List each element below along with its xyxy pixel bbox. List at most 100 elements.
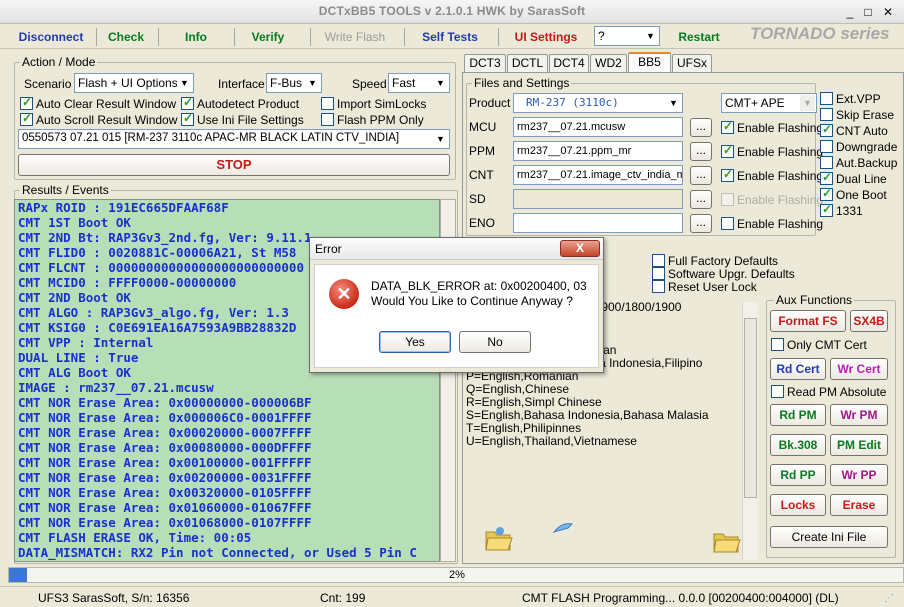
tab-bb5[interactable]: BB5 [628,52,671,73]
minimize-icon[interactable]: _ [842,4,858,20]
tab-dct3[interactable]: DCT3 [464,54,506,72]
ppm-browse-button[interactable]: ... [690,142,712,161]
dual-line-checkbox[interactable] [820,170,833,185]
rd-pm-button[interactable]: Rd PM [770,404,826,426]
mcu-browse-button[interactable]: ... [690,118,712,137]
cnt-file-input[interactable]: rm237__07.21.image_ctv_india_m [513,165,683,185]
scenario-select[interactable]: Flash + UI Options ▼ [74,73,194,93]
progress-fill [9,568,27,582]
maximize-icon[interactable]: □ [860,4,876,20]
erase-button[interactable]: Erase [830,494,888,516]
tab-ufsx[interactable]: UFSx [672,54,712,72]
toolbar-combo-value: ? [598,29,605,43]
rd-cert-button[interactable]: Rd Cert [770,358,826,380]
eno-enable-flashing-label: Enable Flashing [737,217,824,231]
open-folder-icon[interactable] [484,524,514,552]
mode-value: CMT+ APE [725,96,785,110]
cnt-label: CNT [469,168,494,182]
reset-user-lock-label: Reset User Lock [668,280,757,294]
one-boot-checkbox[interactable] [820,186,833,201]
import-simlocks-checkbox[interactable] [321,97,334,110]
disconnect-button[interactable]: Disconnect [10,27,92,47]
flash-ppm-only-label: Flash PPM Only [337,113,424,127]
toolbar-divider [310,28,311,46]
dialog-title: Error [315,242,342,256]
close-icon[interactable]: ✕ [880,4,896,20]
eno-browse-button[interactable]: ... [690,214,712,233]
self-tests-button[interactable]: Self Tests [412,27,488,47]
product-version-select[interactable]: 0550573 07.21 015 [RM-237 3110c APAC-MR … [18,129,450,149]
verify-button[interactable]: Verify [240,27,296,47]
cnt-enable-flashing-checkbox[interactable] [721,167,734,182]
mode-select[interactable]: CMT+ APE ▼ [721,93,817,113]
write-flash-button[interactable]: Write Flash [314,27,396,47]
no-button[interactable]: No [459,331,531,353]
ppm-enable-flashing-checkbox[interactable] [721,143,734,158]
format-fs-button[interactable]: Format FS [770,310,846,332]
flash-ppm-only-checkbox[interactable] [321,113,334,126]
tab-dctl[interactable]: DCTL [507,54,548,72]
check-button[interactable]: Check [98,27,154,47]
tab-wd2[interactable]: WD2 [590,54,627,72]
bk308-button[interactable]: Bk.308 [770,434,826,456]
eno-file-input[interactable] [513,213,683,233]
product-select[interactable]: RM-237 (3110c) ▼ [513,93,683,113]
speed-select[interactable]: Fast ▼ [388,73,450,93]
toolbar-combo[interactable]: ? ▼ [594,26,660,46]
language-scrollbar[interactable] [742,302,758,560]
sd-enable-flashing-checkbox[interactable] [721,193,734,206]
eno-enable-flashing-checkbox[interactable] [721,217,734,230]
pm-edit-button[interactable]: PM Edit [830,434,888,456]
wr-cert-button[interactable]: Wr Cert [830,358,888,380]
language-scroll-thumb[interactable] [744,318,757,498]
mcu-file-input[interactable]: rm237__07.21.mcusw [513,117,683,137]
use-ini-checkbox[interactable] [181,111,194,126]
yes-button[interactable]: Yes [379,331,451,353]
downgrade-label: Downgrade [836,140,898,154]
dialog-body: ✕ DATA_BLK_ERROR at: 0x00200400, 03 Woul… [314,264,599,368]
mcu-enable-flashing-checkbox[interactable] [721,119,734,134]
skip-erase-checkbox[interactable] [820,108,833,121]
log-line: CMT 1ST Boot OK [18,215,131,230]
restart-button[interactable]: Restart [670,27,728,47]
aut-backup-checkbox[interactable] [820,156,833,169]
downgrade-checkbox[interactable] [820,140,833,153]
ui-settings-button[interactable]: UI Settings [506,27,586,47]
sd-label: SD [469,192,486,206]
auto-scroll-checkbox[interactable] [20,111,33,126]
tab-dct4[interactable]: DCT4 [549,54,589,72]
wr-pp-button[interactable]: Wr PP [830,464,888,486]
log-line: CMT NOR Erase Area: 0x00000000-000006BF [18,395,312,410]
wr-pm-button[interactable]: Wr PM [830,404,888,426]
language-item[interactable]: U=English,Thailand,Vietnamese [466,435,742,448]
1331-checkbox[interactable] [820,202,833,217]
create-ini-file-button[interactable]: Create Ini File [770,526,888,548]
info-button[interactable]: Info [168,27,224,47]
speed-label: Speed [352,77,387,91]
dialog-close-button[interactable]: X [560,240,600,257]
resize-grip-icon[interactable]: ⋰ [884,593,898,605]
rd-pp-button[interactable]: Rd PP [770,464,826,486]
only-cmt-cert-checkbox[interactable] [771,338,784,351]
autodetect-product-checkbox[interactable] [181,95,194,110]
software-upgr-defaults-label: Software Upgr. Defaults [668,267,795,281]
reset-user-lock-checkbox[interactable] [652,280,665,293]
sd-file-input[interactable] [513,189,683,209]
log-line: DATA_MISMATCH: RX2 Pin not Connected, or… [18,545,417,560]
interface-select[interactable]: F-Bus ▼ [266,73,322,93]
cnt-auto-checkbox[interactable] [820,122,833,137]
locks-button[interactable]: Locks [770,494,826,516]
auto-clear-checkbox[interactable] [20,95,33,110]
sd-browse-button[interactable]: ... [690,190,712,209]
sx4b-button[interactable]: SX4B [850,310,888,332]
read-pm-absolute-checkbox[interactable] [771,385,784,398]
log-line: CMT NOR Erase Area: 0x00200000-0031FFFF [18,470,312,485]
stop-button[interactable]: STOP [18,154,450,176]
ext-vpp-checkbox[interactable] [820,92,833,105]
full-factory-defaults-checkbox[interactable] [652,254,665,267]
folder-icon[interactable] [712,528,742,554]
title-bar: DCTxBB5 TOOLS v 2.1.0.1 HWK by SarasSoft… [0,0,904,24]
ppm-file-input[interactable]: rm237__07.21.ppm_mr [513,141,683,161]
cnt-browse-button[interactable]: ... [690,166,712,185]
software-upgr-defaults-checkbox[interactable] [652,267,665,280]
